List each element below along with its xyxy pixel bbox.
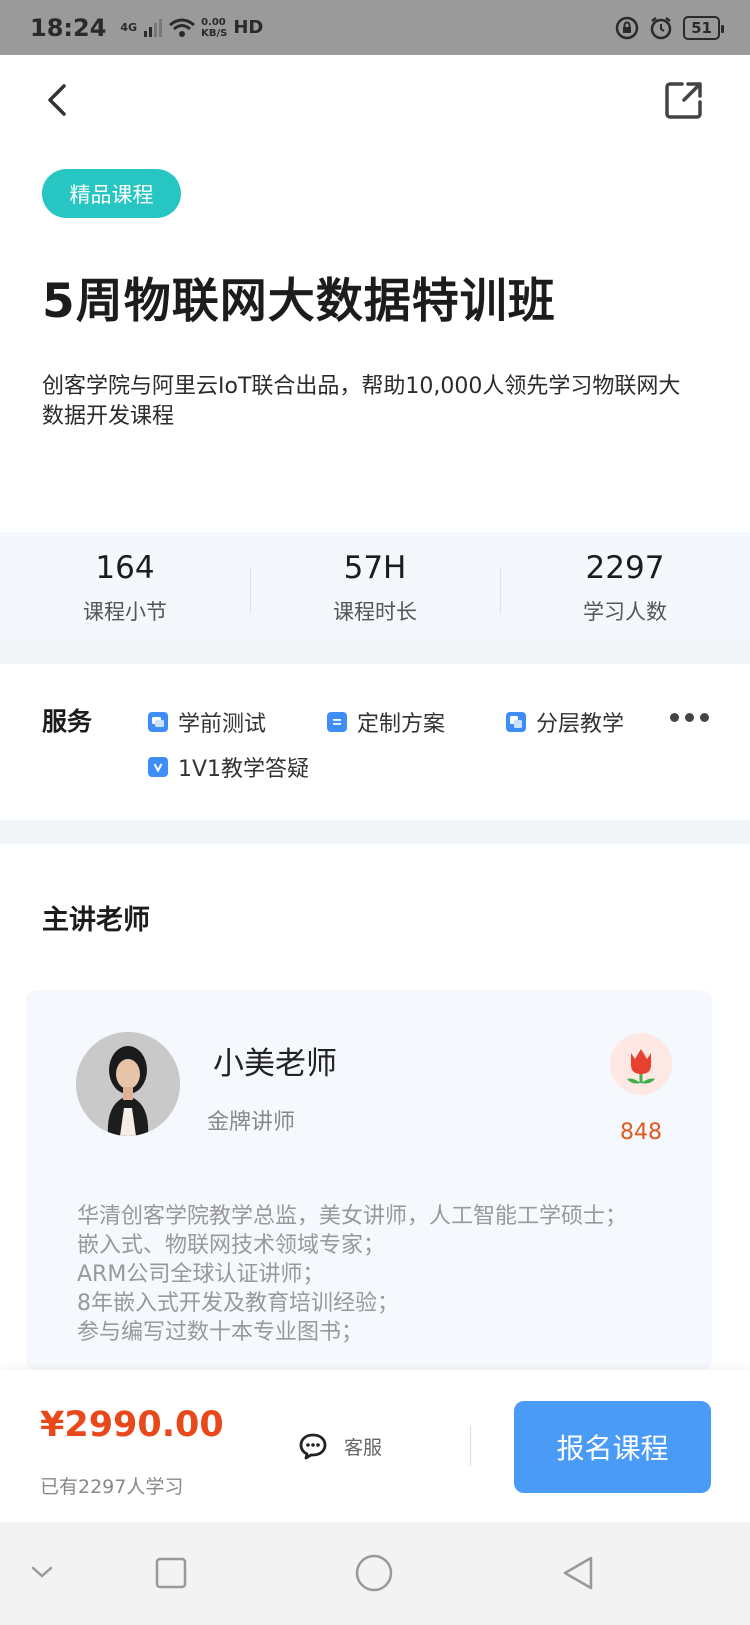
customer-service-label: 客服 [344, 1436, 383, 1459]
alarm-icon [650, 16, 672, 39]
flower-count: 848 [620, 1120, 662, 1145]
wifi-icon [169, 18, 196, 37]
service-label: 分层教学 [536, 712, 625, 737]
service-1v1-qa[interactable]: 1V1教学答疑 [148, 751, 309, 783]
section-divider [0, 820, 750, 844]
battery-indicator: 51 [683, 15, 724, 40]
course-title: 5周物联网大数据特训班 [42, 274, 556, 329]
chevron-down-icon[interactable] [30, 1562, 54, 1582]
stat-sections: 164 课程小节 [0, 546, 250, 626]
chat-bubbles-icon [148, 712, 168, 732]
course-stats: 164 课程小节 57H 课程时长 2297 学习人数 [0, 532, 750, 640]
learner-count: 已有2297人学习 [40, 1476, 184, 1498]
stat-duration: 57H 课程时长 [250, 546, 500, 626]
flower-button[interactable] [610, 1033, 672, 1095]
recent-apps-icon[interactable] [154, 1556, 188, 1590]
status-bar: 18:24 4G 0.00 KB/S HD 51 [0, 0, 750, 55]
service-custom-plan[interactable]: 定制方案 [327, 706, 445, 738]
network-speed: 0.00 KB/S [201, 17, 227, 39]
service-label: 1V1教学答疑 [178, 757, 310, 782]
course-description: 创客学院与阿里云IoT联合出品，帮助10,000人领先学习物联网大数据开发课程 [42, 374, 681, 429]
home-icon[interactable] [354, 1553, 394, 1593]
course-price: ¥2990.00 [40, 1405, 224, 1445]
dot [670, 713, 679, 722]
divider [470, 1426, 471, 1466]
stat-learners: 2297 学习人数 [500, 546, 750, 626]
speed-value: 0.00 [201, 16, 226, 28]
teacher-rank: 金牌讲师 [207, 1110, 296, 1135]
more-services-button[interactable] [670, 713, 709, 722]
enroll-button[interactable]: 报名课程 [514, 1401, 711, 1493]
service-label: 学前测试 [178, 712, 267, 737]
dot [700, 713, 709, 722]
course-tag: 精品课程 [42, 169, 181, 218]
network-type: 4G [120, 21, 138, 34]
teacher-avatar [76, 1032, 180, 1136]
bio-line: 参与编写过数十本专业图书； [77, 1320, 364, 1345]
teacher-section-title: 主讲老师 [42, 905, 150, 936]
chat-icon [299, 1433, 327, 1460]
service-label: 定制方案 [357, 712, 446, 737]
check-badge-icon [148, 757, 168, 777]
document-icon [327, 712, 347, 732]
system-nav-bar [0, 1522, 750, 1625]
stat-value: 57H [343, 550, 407, 586]
bio-line: 华清创客学院教学总监，美女讲师，人工智能工学硕士； [77, 1204, 628, 1229]
status-right: 51 [615, 15, 724, 40]
stat-value: 2297 [585, 550, 665, 586]
share-button[interactable] [662, 78, 706, 122]
stat-value: 164 [95, 550, 155, 586]
back-nav-icon[interactable] [560, 1554, 596, 1592]
bio-line: ARM公司全球认证讲师； [77, 1262, 325, 1287]
services-label: 服务 [42, 707, 93, 736]
speed-unit: KB/S [201, 27, 228, 39]
layers-icon [506, 712, 526, 732]
section-divider [0, 640, 750, 664]
service-pretest[interactable]: 学前测试 [148, 706, 266, 738]
teacher-bio: 华清创客学院教学总监，美女讲师，人工智能工学硕士； 嵌入式、物联网技术领域专家；… [77, 1202, 657, 1347]
tulip-icon [627, 1049, 655, 1084]
status-time: 18:24 [30, 13, 107, 42]
dot [685, 713, 694, 722]
stat-label: 课程小节 [83, 600, 167, 624]
customer-service-button[interactable]: 客服 [298, 1432, 382, 1460]
bio-line: 嵌入式、物联网技术领域专家； [77, 1233, 386, 1258]
stat-label: 学习人数 [583, 600, 667, 624]
chevron-left-icon [48, 84, 66, 116]
hd-icon: HD [233, 17, 264, 38]
signal-icon [144, 18, 163, 37]
back-button[interactable] [38, 78, 78, 122]
stat-label: 课程时长 [333, 600, 417, 624]
lock-rotation-icon [615, 16, 639, 39]
teacher-name: 小美老师 [213, 1046, 337, 1082]
status-icons: 4G 0.00 KB/S HD [112, 17, 263, 39]
service-tiered-teaching[interactable]: 分层教学 [506, 706, 624, 738]
bio-line: 8年嵌入式开发及教育培训经验； [77, 1291, 399, 1316]
share-icon [665, 82, 702, 119]
